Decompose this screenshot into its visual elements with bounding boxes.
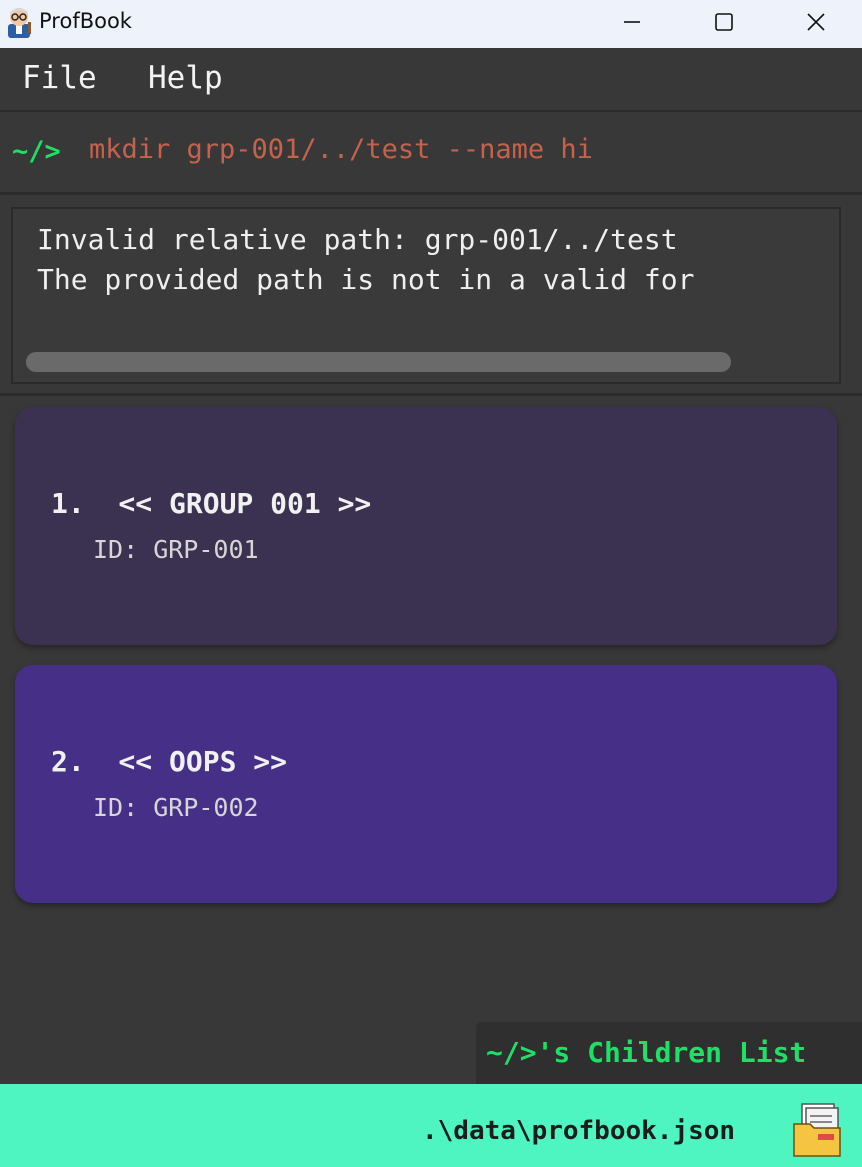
status-bar: .\data\profbook.json (0, 1084, 862, 1167)
children-list-label: ~/>'s Children List (476, 1022, 862, 1084)
card-title: 2. << OOPS >> (51, 745, 288, 778)
status-file-path: .\data\profbook.json (422, 1116, 736, 1146)
professor-avatar-icon (8, 8, 31, 38)
command-input[interactable] (89, 134, 849, 165)
title-bar: ProfBook (0, 0, 862, 48)
card-id: ID: GRP-001 (93, 535, 259, 564)
result-display[interactable]: Invalid relative path: grp-001/../test T… (11, 207, 841, 384)
folder-icon (793, 1103, 841, 1157)
list-item[interactable]: 1. << GROUP 001 >> ID: GRP-001 (15, 407, 837, 645)
command-area: ~/> (0, 112, 862, 195)
list-label-text: ~/>'s Children List (486, 1036, 807, 1069)
close-button[interactable] (786, 0, 846, 44)
list-item[interactable]: 2. << OOPS >> ID: GRP-002 (15, 665, 837, 903)
card-title: 1. << GROUP 001 >> (51, 487, 372, 520)
menu-help[interactable]: Help (148, 60, 223, 96)
result-line: The provided path is not in a valid for (37, 263, 695, 296)
divider (0, 393, 862, 396)
horizontal-scrollbar-thumb[interactable] (26, 352, 731, 372)
command-prompt: ~/> (12, 136, 61, 167)
maximize-icon (715, 13, 733, 31)
minimize-icon (624, 21, 640, 23)
menu-file[interactable]: File (22, 60, 97, 96)
card-id: ID: GRP-002 (93, 793, 259, 822)
close-icon (807, 13, 825, 31)
app-title: ProfBook (39, 9, 132, 33)
minimize-button[interactable] (602, 0, 662, 44)
result-line: Invalid relative path: grp-001/../test (37, 223, 678, 256)
maximize-button[interactable] (694, 0, 754, 44)
menu-bar: File Help (0, 48, 862, 112)
